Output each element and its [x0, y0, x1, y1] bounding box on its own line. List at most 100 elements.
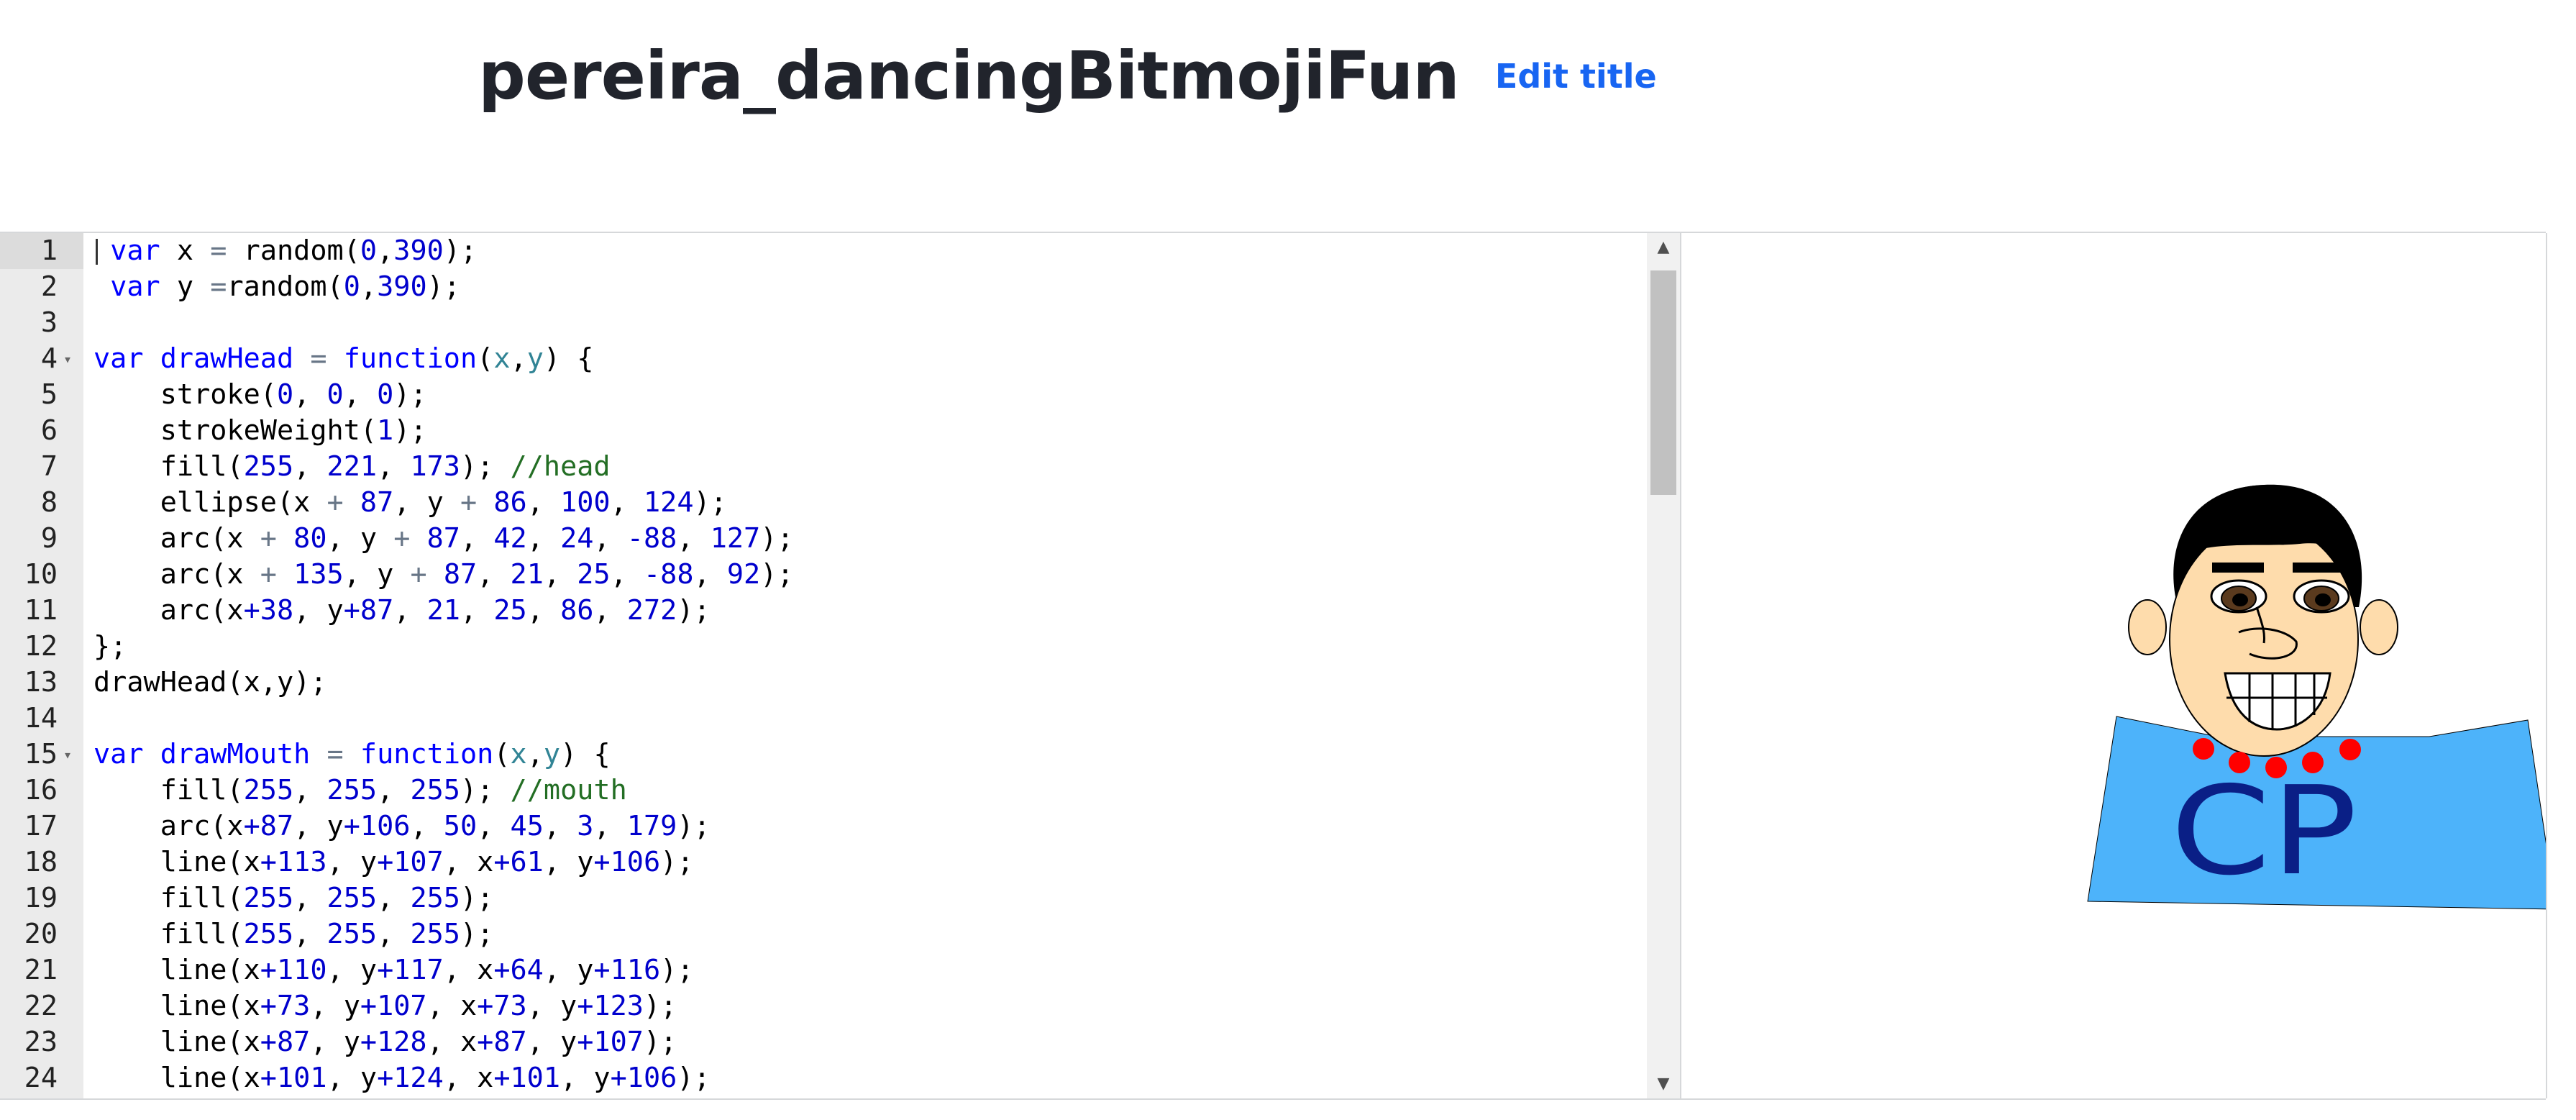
code-token: 390	[393, 235, 444, 267]
code-line[interactable]: 18 line(x+113, y+107, x+61, y+106);	[0, 844, 1647, 880]
code-text[interactable]: line(x+73, y+107, x+73, y+123);	[93, 988, 677, 1024]
code-token: function	[343, 342, 478, 375]
code-line[interactable]: 15 ▾ var drawMouth = function(x,y) {	[0, 737, 1647, 773]
code-line[interactable]: 9 arc(x + 80, y + 87, 42, 24, -88, 127);	[0, 521, 1647, 557]
code-token: drawHead(x,y);	[93, 666, 327, 698]
code-line[interactable]: 23 line(x+87, y+128, x+87, y+107);	[0, 1024, 1647, 1060]
code-text[interactable]: line(x+87, y+128, x+87, y+107);	[93, 1024, 677, 1060]
code-token: arc(x	[93, 558, 260, 591]
code-token: ,	[343, 378, 378, 411]
code-line[interactable]: 22 line(x+73, y+107, x+73, y+123);	[0, 988, 1647, 1024]
code-token: random(	[227, 235, 360, 267]
line-number: 22	[24, 990, 58, 1022]
fold-arrow-icon[interactable]: ▾	[63, 737, 72, 773]
code-token: ,	[677, 522, 711, 555]
code-text[interactable]: var drawMouth = function(x,y) {	[93, 737, 611, 773]
scroll-thumb[interactable]	[1650, 270, 1676, 495]
code-token: , y	[526, 990, 577, 1022]
code-token: +123	[577, 990, 644, 1022]
code-token: +87	[260, 1026, 311, 1058]
code-text[interactable]: var x = random(0,390);	[93, 233, 477, 269]
code-line[interactable]: 17 arc(x+87, y+106, 50, 45, 3, 179);	[0, 809, 1647, 844]
code-token: //head	[510, 450, 611, 483]
code-text[interactable]: arc(x + 135, y + 87, 21, 25, -88, 92);	[93, 557, 794, 593]
fold-arrow-icon[interactable]: ▾	[63, 341, 72, 377]
code-token: , x	[443, 954, 494, 986]
line-number: 7	[40, 450, 58, 483]
code-text[interactable]: line(x+101, y+124, x+101, y+106);	[93, 1060, 711, 1096]
code-line[interactable]: 1 var x = random(0,390);	[0, 233, 1647, 269]
code-token: , y	[310, 1026, 360, 1058]
code-line[interactable]: 6 strokeWeight(1);	[0, 413, 1647, 449]
code-token: +73	[260, 990, 311, 1022]
code-text[interactable]: arc(x + 80, y + 87, 42, 24, -88, 127);	[93, 521, 794, 557]
code-text[interactable]: };	[93, 629, 127, 665]
code-token: +124	[377, 1062, 444, 1094]
code-line[interactable]: 24 line(x+101, y+124, x+101, y+106);	[0, 1060, 1647, 1096]
code-text[interactable]: fill(255, 255, 255); //mouth	[93, 773, 627, 809]
right-pupil	[2315, 593, 2331, 606]
code-text[interactable]: arc(x+87, y+106, 50, 45, 3, 179);	[93, 809, 711, 844]
code-line[interactable]: 16 fill(255, 255, 255); //mouth	[0, 773, 1647, 809]
code-text[interactable]: line(x+113, y+107, x+61, y+106);	[93, 844, 694, 880]
code-text[interactable]: var drawHead = function(x,y) {	[93, 341, 593, 377]
code-token: 127	[710, 522, 761, 555]
code-line[interactable]: 8 ellipse(x + 87, y + 86, 100, 124);	[0, 485, 1647, 521]
code-text[interactable]: arc(x+38, y+87, 21, 25, 86, 272);	[93, 593, 711, 629]
code-text[interactable]: fill(255, 255, 255);	[93, 916, 494, 952]
code-text[interactable]: fill(255, 255, 255);	[93, 880, 494, 916]
code-token: +107	[377, 846, 444, 878]
code-token: ,	[360, 270, 378, 303]
code-token: );	[677, 594, 711, 627]
code-token: +87	[343, 594, 394, 627]
code-text[interactable]: ellipse(x + 87, y + 86, 100, 124);	[93, 485, 727, 521]
code-line[interactable]: 11 arc(x+38, y+87, 21, 25, 86, 272);	[0, 593, 1647, 629]
scroll-up-icon[interactable]: ▲	[1647, 233, 1680, 262]
code-token: ,	[377, 882, 411, 914]
code-line[interactable]: 14	[0, 701, 1647, 737]
code-token: 179	[626, 810, 677, 842]
scroll-down-icon[interactable]: ▼	[1647, 1070, 1680, 1098]
code-text[interactable]: var y =random(0,390);	[93, 269, 460, 305]
code-token: arc(x	[93, 522, 260, 555]
code-token: function	[360, 738, 494, 770]
code-token: , y	[293, 594, 344, 627]
code-token: ,	[593, 594, 627, 627]
code-line[interactable]: 10 arc(x + 135, y + 87, 21, 25, -88, 92)…	[0, 557, 1647, 593]
code-line[interactable]: 12};	[0, 629, 1647, 665]
code-line[interactable]: 3	[0, 305, 1647, 341]
code-line[interactable]: 19 fill(255, 255, 255);	[0, 880, 1647, 916]
line-number: 17	[24, 810, 58, 842]
code-token: , x	[443, 846, 494, 878]
code-token: +	[260, 558, 277, 591]
code-line[interactable]: 7 fill(255, 221, 173); //head	[0, 449, 1647, 485]
code-token: , y	[293, 810, 344, 842]
code-text[interactable]: strokeWeight(1);	[93, 413, 427, 449]
code-text[interactable]: line(x+110, y+117, x+64, y+116);	[93, 952, 694, 988]
code-token: +107	[577, 1026, 644, 1058]
code-line[interactable]: 21 line(x+110, y+117, x+64, y+116);	[0, 952, 1647, 988]
line-number: 1	[40, 235, 58, 267]
code-token: 3	[577, 810, 594, 842]
code-line[interactable]: 13 drawHead(x,y);	[0, 665, 1647, 701]
edit-title-link[interactable]: Edit title	[1495, 57, 1657, 96]
code-token: line(x	[93, 1062, 260, 1094]
code-token: +87	[477, 1026, 527, 1058]
code-line[interactable]: 4 ▾ var drawHead = function(x,y) {	[0, 341, 1647, 377]
code-line[interactable]: 2 var y =random(0,390);	[0, 269, 1647, 305]
code-token: -88	[626, 522, 677, 555]
code-editor[interactable]: 1 var x = random(0,390); 2 var y =random(…	[0, 233, 1680, 1098]
code-text[interactable]: fill(255, 221, 173); //head	[93, 449, 611, 485]
code-lines[interactable]: 1 var x = random(0,390); 2 var y =random(…	[0, 233, 1647, 1096]
code-text[interactable]: drawHead(x,y);	[93, 665, 327, 701]
code-line[interactable]: 20 fill(255, 255, 255);	[0, 916, 1647, 952]
output-canvas[interactable]: CP	[1681, 233, 2547, 1098]
editor-scrollbar[interactable]: ▲ ▼	[1647, 233, 1680, 1098]
code-text[interactable]: stroke(0, 0, 0);	[93, 377, 427, 413]
code-line[interactable]: 5 stroke(0, 0, 0);	[0, 377, 1647, 413]
code-token: 135	[293, 558, 344, 591]
code-token: 25	[577, 558, 611, 591]
